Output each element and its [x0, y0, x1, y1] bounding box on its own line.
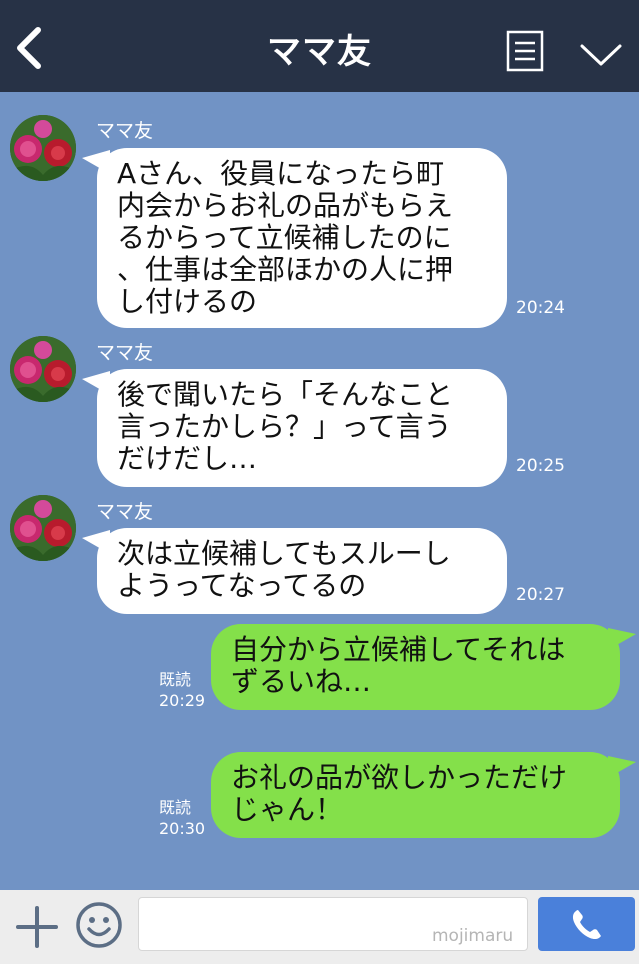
- avatar[interactable]: [10, 336, 76, 402]
- rose-avatar-icon: [10, 336, 76, 402]
- watermark-text: mojimaru: [432, 926, 514, 946]
- message-time: 20:25: [516, 456, 565, 476]
- plus-icon: [16, 906, 58, 948]
- phone-icon: [572, 910, 601, 940]
- message-time: 20:24: [516, 298, 565, 318]
- input-bar: mojimaru: [0, 890, 639, 964]
- message-bubble[interactable]: 次は立候補してもスルーし ようってなってるの: [97, 528, 507, 614]
- note-list-icon: [506, 30, 544, 72]
- read-status: 既読 20:29: [159, 669, 205, 711]
- bubble-tail: [608, 756, 636, 778]
- read-label: 既読: [159, 798, 192, 817]
- message-time: 20:29: [159, 691, 206, 710]
- rose-avatar-icon: [10, 495, 76, 561]
- sender-name: ママ友: [96, 120, 154, 142]
- rose-avatar-icon: [10, 115, 76, 181]
- message-bubble[interactable]: Aさん、役員になったら町 内会からお礼の品がもらえ るからって立候補したのに 、…: [97, 148, 507, 328]
- message-time: 20:27: [516, 585, 565, 605]
- avatar[interactable]: [10, 115, 76, 181]
- chevron-down-icon: [580, 44, 622, 66]
- smiley-icon: [76, 902, 122, 948]
- bubble-tail: [608, 628, 636, 650]
- avatar[interactable]: [10, 495, 76, 561]
- message-bubble[interactable]: お礼の品が欲しかっただけ じゃん！: [211, 752, 620, 838]
- note-button[interactable]: [506, 30, 544, 74]
- message-bubble[interactable]: 後で聞いたら「そんなこと 言ったかしら？」って言う だけだし…: [97, 369, 507, 487]
- chat-header: ママ友: [0, 0, 639, 92]
- read-status: 既読 20:30: [159, 797, 205, 839]
- expand-button[interactable]: [578, 40, 624, 68]
- add-button[interactable]: [14, 904, 60, 950]
- message-bubble[interactable]: 自分から立候補してそれは ずるいね…: [211, 624, 620, 710]
- call-button[interactable]: [538, 897, 635, 951]
- read-label: 既読: [159, 670, 192, 689]
- sender-name: ママ友: [96, 501, 154, 523]
- sticker-button[interactable]: [74, 900, 124, 950]
- message-time: 20:30: [159, 819, 206, 838]
- sender-name: ママ友: [96, 342, 154, 364]
